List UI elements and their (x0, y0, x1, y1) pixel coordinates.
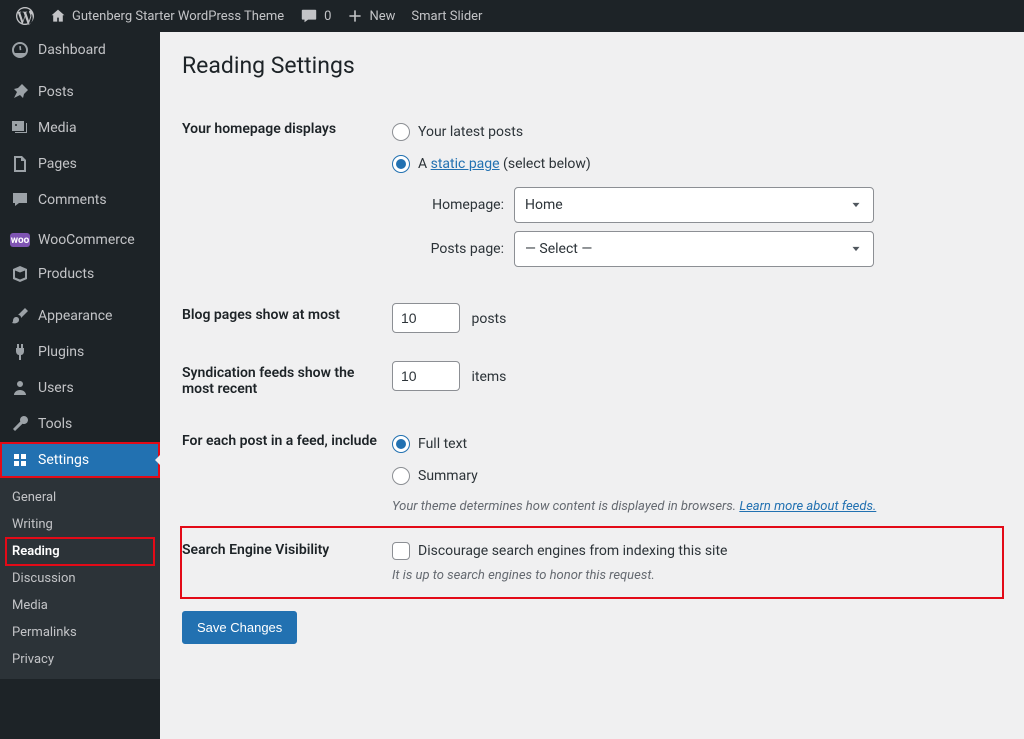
home-icon (50, 8, 66, 24)
admin-toolbar: Gutenberg Starter WordPress Theme 0 New … (0, 0, 1024, 32)
sidebar-item-products[interactable]: Products (0, 256, 160, 292)
settings-submenu: General Writing Reading Discussion Media… (0, 478, 160, 679)
sidebar-item-woocommerce[interactable]: woo WooCommerce (0, 224, 160, 256)
static-page-link[interactable]: static page (431, 156, 500, 172)
sidebar-item-comments[interactable]: Comments (0, 182, 160, 218)
comment-icon (300, 7, 318, 25)
sidebar-item-tools[interactable]: Tools (0, 406, 160, 442)
submenu-privacy[interactable]: Privacy (0, 646, 160, 673)
search-visibility-hint: It is up to search engines to honor this… (392, 568, 992, 583)
radio-static-page-label: A static page (select below) (418, 156, 591, 172)
sidebar-item-settings[interactable]: Settings (0, 442, 160, 478)
syndication-suffix: items (471, 369, 506, 385)
row-label-syndication: Syndication feeds show the most recent (182, 347, 392, 415)
sidebar-item-posts[interactable]: Posts (0, 74, 160, 110)
discourage-checkbox-label: Discourage search engines from indexing … (418, 543, 727, 559)
sidebar-item-media[interactable]: Media (0, 110, 160, 146)
radio-summary[interactable] (392, 467, 410, 485)
pages-icon (10, 154, 30, 174)
wordpress-icon (16, 7, 34, 25)
sidebar-item-dashboard[interactable]: Dashboard (0, 32, 160, 68)
sidebar-item-appearance[interactable]: Appearance (0, 298, 160, 334)
learn-feeds-link[interactable]: Learn more about feeds. (739, 499, 876, 514)
box-icon (10, 264, 30, 284)
row-label-feed-include: For each post in a feed, include (182, 415, 392, 528)
homepage-select-label: Homepage: (418, 197, 504, 213)
submenu-media[interactable]: Media (0, 592, 160, 619)
comments-count: 0 (324, 9, 331, 24)
postspage-select-label: Posts page: (418, 241, 504, 257)
settings-content: Reading Settings Your homepage displays … (160, 32, 1024, 739)
new-link[interactable]: New (339, 0, 403, 32)
plug-icon (10, 342, 30, 362)
plus-icon (347, 8, 363, 24)
settings-icon (10, 450, 30, 470)
chevron-down-icon (849, 242, 863, 256)
woo-icon: woo (10, 233, 30, 247)
postspage-select[interactable]: — Select — (514, 231, 874, 267)
homepage-select[interactable]: Home (514, 187, 874, 223)
wp-logo[interactable] (8, 0, 42, 32)
discourage-label-wrap[interactable]: Discourage search engines from indexing … (392, 542, 992, 560)
submenu-writing[interactable]: Writing (0, 511, 160, 538)
row-label-search-visibility: Search Engine Visibility (182, 528, 392, 597)
smart-slider-link[interactable]: Smart Slider (403, 0, 490, 32)
user-icon (10, 378, 30, 398)
submenu-general[interactable]: General (0, 484, 160, 511)
sidebar-item-users[interactable]: Users (0, 370, 160, 406)
wrench-icon (10, 414, 30, 434)
blog-pages-input[interactable] (392, 303, 460, 333)
blog-pages-suffix: posts (471, 311, 506, 327)
syndication-input[interactable] (392, 361, 460, 391)
sidebar-item-plugins[interactable]: Plugins (0, 334, 160, 370)
site-link[interactable]: Gutenberg Starter WordPress Theme (42, 0, 292, 32)
row-label-blog-pages: Blog pages show at most (182, 289, 392, 347)
save-button[interactable]: Save Changes (182, 611, 297, 644)
site-title: Gutenberg Starter WordPress Theme (72, 9, 284, 24)
radio-latest-posts[interactable] (392, 123, 410, 141)
page-title: Reading Settings (182, 52, 1002, 79)
postspage-select-value: — Select — (525, 241, 592, 257)
radio-summary-label: Summary (418, 468, 478, 484)
homepage-select-value: Home (525, 197, 563, 213)
discourage-checkbox[interactable] (392, 542, 410, 560)
submenu-reading[interactable]: Reading (6, 538, 154, 565)
dashboard-icon (10, 40, 30, 60)
radio-full-text-label: Full text (418, 436, 467, 452)
brush-icon (10, 306, 30, 326)
comments-link[interactable]: 0 (292, 0, 339, 32)
radio-static-page[interactable] (392, 155, 410, 173)
comment-icon (10, 190, 30, 210)
submenu-permalinks[interactable]: Permalinks (0, 619, 160, 646)
new-label: New (369, 9, 395, 24)
feed-hint: Your theme determines how content is dis… (392, 499, 992, 514)
media-icon (10, 118, 30, 138)
radio-latest-posts-label: Your latest posts (418, 124, 523, 140)
pin-icon (10, 82, 30, 102)
sidebar-item-pages[interactable]: Pages (0, 146, 160, 182)
chevron-down-icon (849, 198, 863, 212)
radio-full-text[interactable] (392, 435, 410, 453)
row-label-homepage: Your homepage displays (182, 103, 392, 289)
submenu-discussion[interactable]: Discussion (0, 565, 160, 592)
admin-sidebar: Dashboard Posts Media Pages Comments woo… (0, 32, 160, 739)
